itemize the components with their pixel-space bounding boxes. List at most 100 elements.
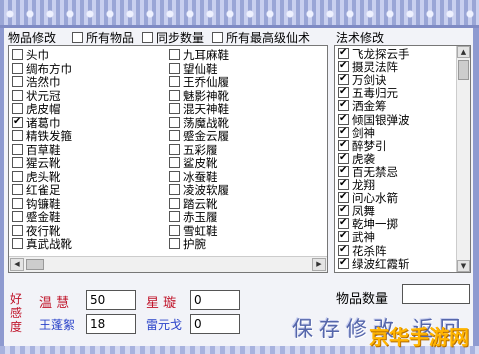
goods-col2-item[interactable]: 望仙鞋	[169, 62, 218, 76]
scroll-right-icon[interactable]: ▶	[312, 258, 326, 271]
checkbox-box[interactable]	[12, 238, 23, 249]
checkbox-box[interactable]	[338, 125, 349, 138]
goods-col2-item[interactable]: 鲨皮靴	[169, 157, 218, 170]
checkbox-box[interactable]	[169, 76, 180, 87]
checkbox-box[interactable]	[72, 32, 83, 43]
checkbox-box[interactable]	[169, 49, 180, 60]
goods-col2-item[interactable]: 冰蚕鞋	[169, 170, 218, 184]
checkbox-box[interactable]	[169, 130, 180, 141]
checkbox-box[interactable]	[12, 224, 23, 236]
goods-col2-item[interactable]: 踏云靴	[169, 197, 218, 211]
checkbox-box[interactable]	[12, 130, 23, 141]
goods-col1-item[interactable]: 红雀足	[12, 184, 61, 197]
wang-pengxu-input[interactable]: 18	[86, 314, 136, 334]
scroll-up-icon[interactable]: ▲	[457, 46, 470, 58]
checkbox-box[interactable]	[338, 256, 349, 269]
checkbox-box[interactable]	[212, 32, 223, 43]
lei-yuange-input[interactable]: 0	[190, 314, 240, 334]
goods-col2-item[interactable]: 护腕	[169, 238, 206, 251]
all-top-spells-checkbox[interactable]: 所有最高级仙术	[212, 29, 310, 46]
checkbox-box[interactable]	[12, 143, 23, 155]
goods-col2-item[interactable]: 荡魔战靴	[169, 116, 229, 130]
goods-col2-item[interactable]: 魅影神靴	[169, 89, 229, 103]
all-goods-checkbox[interactable]: 所有物品	[72, 29, 134, 46]
goods-col1-item[interactable]: 绸布方巾	[12, 62, 72, 76]
scroll-down-icon[interactable]: ▼	[457, 260, 470, 272]
checkbox-box[interactable]	[338, 72, 349, 86]
goods-col2-item[interactable]: 凌波软履	[169, 184, 229, 197]
goods-col1-item[interactable]: 虎头靴	[12, 170, 61, 184]
spell-item[interactable]: 倾国银弹波	[338, 112, 410, 127]
checkbox-box[interactable]	[338, 59, 349, 73]
goods-col1-item[interactable]: 蹙金鞋	[12, 211, 61, 224]
checkbox-box[interactable]	[169, 224, 180, 236]
checkbox-box[interactable]	[338, 138, 349, 151]
checkbox-box[interactable]	[338, 98, 349, 112]
scroll-left-icon[interactable]: ◀	[10, 258, 24, 271]
wen-hui-input[interactable]: 50	[86, 290, 136, 310]
checkbox-box[interactable]	[12, 115, 23, 128]
checkbox-box[interactable]	[169, 103, 180, 114]
goods-col1-item[interactable]: 精铁发箍	[12, 130, 72, 143]
checkbox-box[interactable]	[169, 184, 180, 195]
goods-col1-item[interactable]: 诸葛巾	[12, 115, 61, 130]
checkbox-box[interactable]	[12, 170, 23, 182]
checkbox-box[interactable]	[142, 32, 153, 43]
goods-col2-item[interactable]: 雪虹鞋	[169, 224, 218, 238]
checkbox-box[interactable]	[12, 62, 23, 74]
checkbox-box[interactable]	[12, 49, 23, 60]
horizontal-scroll-thumb[interactable]	[26, 259, 44, 270]
checkbox-box[interactable]	[338, 164, 349, 177]
goods-col1-item[interactable]: 钩镰鞋	[12, 197, 61, 211]
goods-col2-item[interactable]: 九耳麻鞋	[169, 49, 229, 62]
checkbox-box[interactable]	[338, 112, 349, 125]
checkbox-box[interactable]	[12, 211, 23, 222]
checkbox-box[interactable]	[12, 89, 23, 101]
checkbox-box[interactable]	[338, 151, 349, 164]
checkbox-box[interactable]	[169, 197, 180, 209]
checkbox-box[interactable]	[169, 62, 180, 74]
checkbox-box[interactable]	[338, 216, 349, 230]
goods-col1-item[interactable]: 猩云靴	[12, 157, 61, 170]
goods-col1-item[interactable]: 头巾	[12, 49, 49, 62]
checkbox-box[interactable]	[12, 184, 23, 195]
checkbox-box[interactable]	[12, 76, 23, 87]
checkbox-box[interactable]	[338, 85, 349, 99]
goods-list[interactable]: ◀ ▶ 头巾绸布方巾浩然巾状元冠虎皮帽诸葛巾精铁发箍百草鞋猩云靴虎头靴红雀足钩镰…	[8, 45, 328, 273]
goods-col2-item[interactable]: 五彩履	[169, 143, 218, 157]
checkbox-box[interactable]	[169, 116, 180, 128]
checkbox-box[interactable]	[169, 89, 180, 101]
checkbox-box[interactable]	[338, 243, 349, 256]
checkbox-box[interactable]	[338, 190, 349, 204]
goods-col1-item[interactable]: 状元冠	[12, 89, 61, 103]
goods-col2-item[interactable]: 蹙金云履	[169, 130, 229, 143]
checkbox-box[interactable]	[12, 157, 23, 168]
checkbox-box[interactable]	[12, 103, 23, 114]
quantity-input[interactable]	[402, 284, 470, 304]
goods-col2-item[interactable]: 王乔仙履	[169, 76, 229, 89]
checkbox-box[interactable]	[338, 177, 349, 190]
vertical-scroll-thumb[interactable]	[458, 60, 469, 80]
checkbox-box[interactable]	[338, 229, 349, 243]
checkbox-box[interactable]	[169, 143, 180, 155]
checkbox-box[interactable]	[338, 46, 349, 59]
checkbox-box[interactable]	[169, 238, 180, 249]
checkbox-box[interactable]	[169, 211, 180, 222]
xing-xuan-input[interactable]: 0	[190, 290, 240, 310]
spells-list[interactable]: ▲ ▼ 飞龙探云手摄灵法阵万剑诀五毒归元洒金筹倾国银弹波剑神醉梦引虎袭百无禁忌龙…	[334, 45, 471, 273]
checkbox-box[interactable]	[169, 170, 180, 182]
goods-col1-item[interactable]: 夜行靴	[12, 224, 61, 238]
goods-col1-item[interactable]: 真武战靴	[12, 238, 72, 251]
checkbox-box[interactable]	[338, 203, 349, 217]
checkbox-box[interactable]	[12, 197, 23, 209]
sync-quantity-checkbox[interactable]: 同步数量	[142, 29, 204, 46]
checkbox-box[interactable]	[169, 157, 180, 168]
goods-col2-item[interactable]: 赤玉履	[169, 211, 218, 224]
goods-col2-item[interactable]: 混天神鞋	[169, 103, 229, 116]
goods-col1-item[interactable]: 浩然巾	[12, 76, 61, 89]
spell-item[interactable]: 绿波红霞斩	[338, 256, 410, 271]
goods-list-horizontal-scrollbar[interactable]: ◀ ▶	[9, 256, 327, 272]
spells-list-vertical-scrollbar[interactable]: ▲ ▼	[456, 46, 470, 272]
goods-col1-item[interactable]: 百草鞋	[12, 143, 61, 157]
spell-item[interactable]: 飞龙探云手	[338, 46, 410, 61]
